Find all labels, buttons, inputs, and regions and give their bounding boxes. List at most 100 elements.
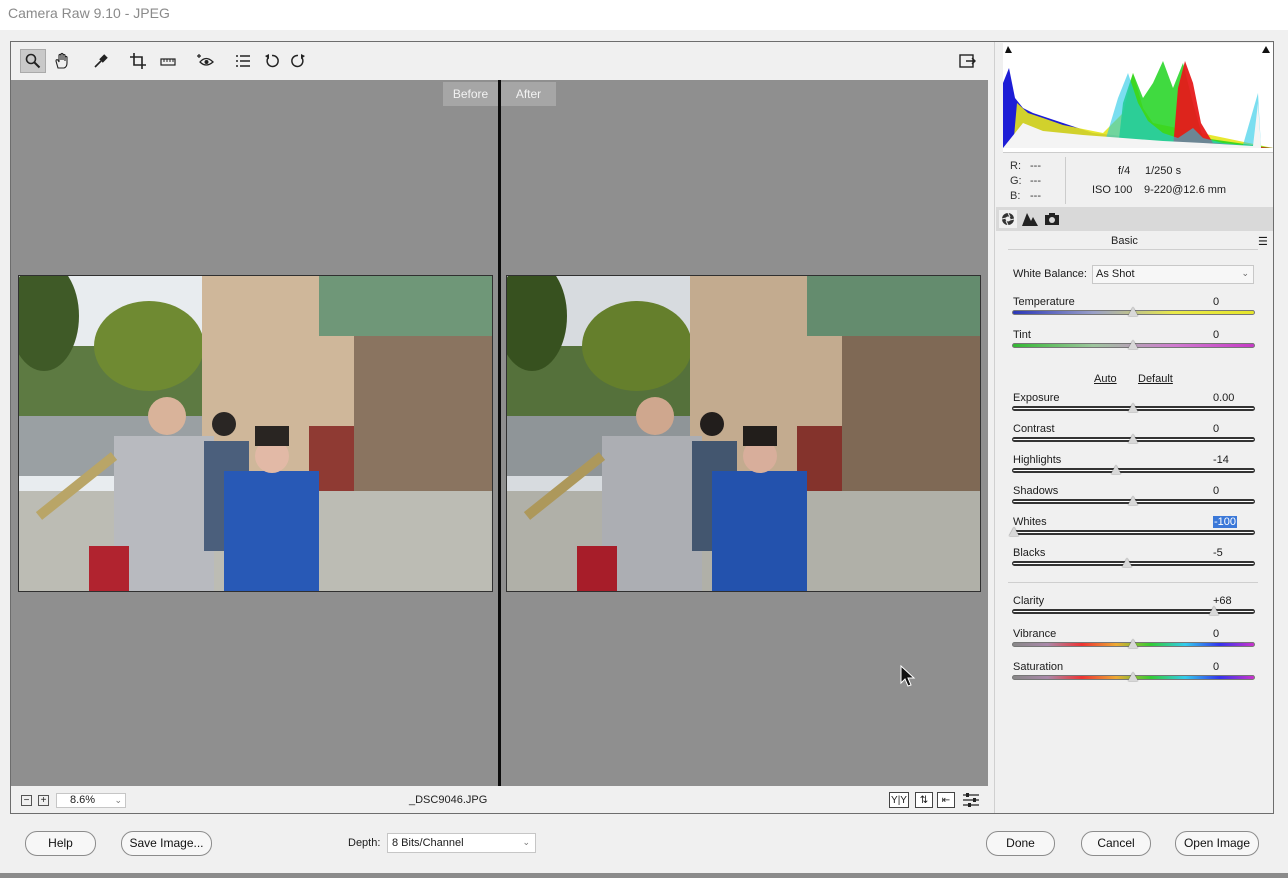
lens-value: 9-220@12.6 mm (1144, 184, 1227, 196)
toggle-fullscreen-icon (959, 54, 976, 68)
swap-settings-button[interactable]: ⇅ (915, 792, 933, 808)
white-balance-tool-button[interactable] (88, 49, 114, 73)
presets-list-icon (236, 55, 250, 67)
cancel-button[interactable]: Cancel (1081, 831, 1151, 856)
shadows-slider-thumb[interactable] (1128, 496, 1138, 505)
readout-separator (1065, 157, 1066, 204)
shadow-clipping-icon[interactable] (1005, 46, 1012, 53)
exposure-value-field[interactable]: 0.00 (1210, 392, 1254, 407)
toggle-settings-icon (963, 793, 979, 807)
shadows-value-field[interactable]: 0 (1210, 485, 1254, 500)
before-after-divider (498, 80, 501, 786)
r-label: R: (1010, 160, 1021, 172)
rotate-left-button[interactable] (259, 49, 285, 73)
rotate-right-button[interactable] (285, 49, 311, 73)
temperature-slider-thumb[interactable] (1128, 307, 1138, 316)
highlights-value-field[interactable]: -14 (1210, 454, 1254, 469)
highlights-slider-thumb[interactable] (1111, 465, 1122, 474)
clarity-slider-thumb[interactable] (1208, 606, 1219, 615)
zoom-level-select[interactable]: 8.6% ⌄ (56, 793, 126, 808)
chevron-down-icon: ⌄ (114, 795, 122, 805)
tab-tone-curve[interactable] (1021, 210, 1039, 228)
swap-settings-icon: ⇅ (919, 794, 929, 806)
panel-menu-icon[interactable]: ☰ (1258, 235, 1268, 248)
after-image[interactable] (506, 275, 981, 592)
exposure-slider-thumb[interactable] (1128, 403, 1138, 412)
whites-slider-thumb[interactable] (1009, 527, 1019, 536)
blacks-value: -5 (1213, 547, 1223, 559)
zoom-in-button[interactable]: + (38, 795, 49, 806)
vibrance-value-field[interactable]: 0 (1210, 628, 1254, 643)
b-label: B: (1010, 190, 1021, 202)
vibrance-slider-thumb[interactable] (1128, 639, 1138, 648)
zoom-icon (25, 53, 41, 69)
help-button[interactable]: Help (25, 831, 96, 856)
rgb-readout: R: --- G: --- B: --- (1010, 159, 1041, 204)
zoom-tool-button[interactable] (20, 49, 46, 73)
vibrance-value: 0 (1213, 628, 1220, 640)
tint-value-field[interactable]: 0 (1210, 329, 1254, 344)
straighten-tool-button[interactable] (155, 49, 181, 73)
before-after-view-button[interactable]: Y|Y (889, 792, 909, 808)
g-label: G: (1010, 175, 1022, 187)
whites-value-field[interactable]: -100 (1210, 516, 1254, 531)
white-balance-label: White Balance: (1013, 268, 1087, 280)
rotate-right-icon (291, 54, 305, 68)
depth-label: Depth: (348, 837, 381, 849)
status-bar: − + 8.6% ⌄ _DSC9046.JPG Y|Y ⇅ ⇤ (11, 786, 988, 813)
aperture-value: f/4 (1118, 165, 1131, 177)
default-link[interactable]: Default (1138, 373, 1173, 385)
hand-tool-button[interactable] (49, 49, 75, 73)
tab-camera-calibration[interactable] (1043, 210, 1061, 228)
temperature-value: 0 (1213, 296, 1220, 308)
highlights-value: -14 (1213, 454, 1229, 466)
white-balance-icon (94, 54, 108, 68)
shutter-value: 1/250 s (1145, 165, 1182, 177)
whites-slider-track[interactable] (1012, 530, 1255, 535)
auto-link[interactable]: Auto (1094, 373, 1117, 385)
mouse-cursor-icon (900, 664, 916, 690)
copy-settings-button[interactable]: ⇤ (937, 792, 955, 808)
saturation-value-field[interactable]: 0 (1210, 661, 1254, 676)
before-image[interactable] (18, 275, 493, 592)
toolbar (11, 42, 988, 80)
hand-icon (55, 52, 68, 69)
contrast-value-field[interactable]: 0 (1210, 423, 1254, 438)
tint-slider-thumb[interactable] (1128, 340, 1138, 349)
contrast-slider-thumb[interactable] (1128, 434, 1138, 443)
histogram (1003, 43, 1273, 153)
blacks-label: Blacks (1013, 547, 1046, 559)
zoom-out-button[interactable]: − (21, 795, 32, 806)
saturation-label: Saturation (1013, 661, 1064, 673)
blacks-value-field[interactable]: -5 (1210, 547, 1254, 562)
tone-curve-tab-icon (1022, 213, 1038, 226)
done-button[interactable]: Done (986, 831, 1055, 856)
depth-value: 8 Bits/Channel (392, 837, 464, 849)
open-image-button[interactable]: Open Image (1175, 831, 1259, 856)
depth-select[interactable]: 8 Bits/Channel ⌄ (387, 833, 536, 853)
toggle-settings-button[interactable] (962, 792, 980, 808)
red-eye-tool-button[interactable] (193, 49, 219, 73)
blacks-slider-track[interactable] (1012, 561, 1255, 566)
crop-icon (130, 53, 146, 69)
tab-basic[interactable] (999, 210, 1017, 228)
highlight-clipping-icon[interactable] (1262, 46, 1270, 53)
whites-value: -100 (1213, 516, 1238, 528)
before-after-view-icon: Y|Y (891, 794, 907, 806)
preview-area[interactable]: Before After (11, 80, 988, 786)
saturation-slider-thumb[interactable] (1128, 672, 1138, 681)
tint-label: Tint (1013, 329, 1031, 341)
save-image-button[interactable]: Save Image... (121, 831, 212, 856)
b-value: --- (1030, 190, 1041, 202)
highlights-slider-track[interactable] (1012, 468, 1255, 473)
fullscreen-button[interactable] (954, 49, 980, 73)
crop-tool-button[interactable] (125, 49, 151, 73)
basic-tab-icon (1001, 212, 1015, 226)
contrast-value: 0 (1213, 423, 1220, 435)
presets-tool-button[interactable] (230, 49, 256, 73)
blacks-slider-thumb[interactable] (1122, 558, 1133, 567)
temperature-value-field[interactable]: 0 (1210, 296, 1254, 311)
contrast-label: Contrast (1013, 423, 1055, 435)
chevron-down-icon: ⌄ (1241, 268, 1249, 278)
white-balance-select[interactable]: As Shot ⌄ (1092, 265, 1254, 284)
